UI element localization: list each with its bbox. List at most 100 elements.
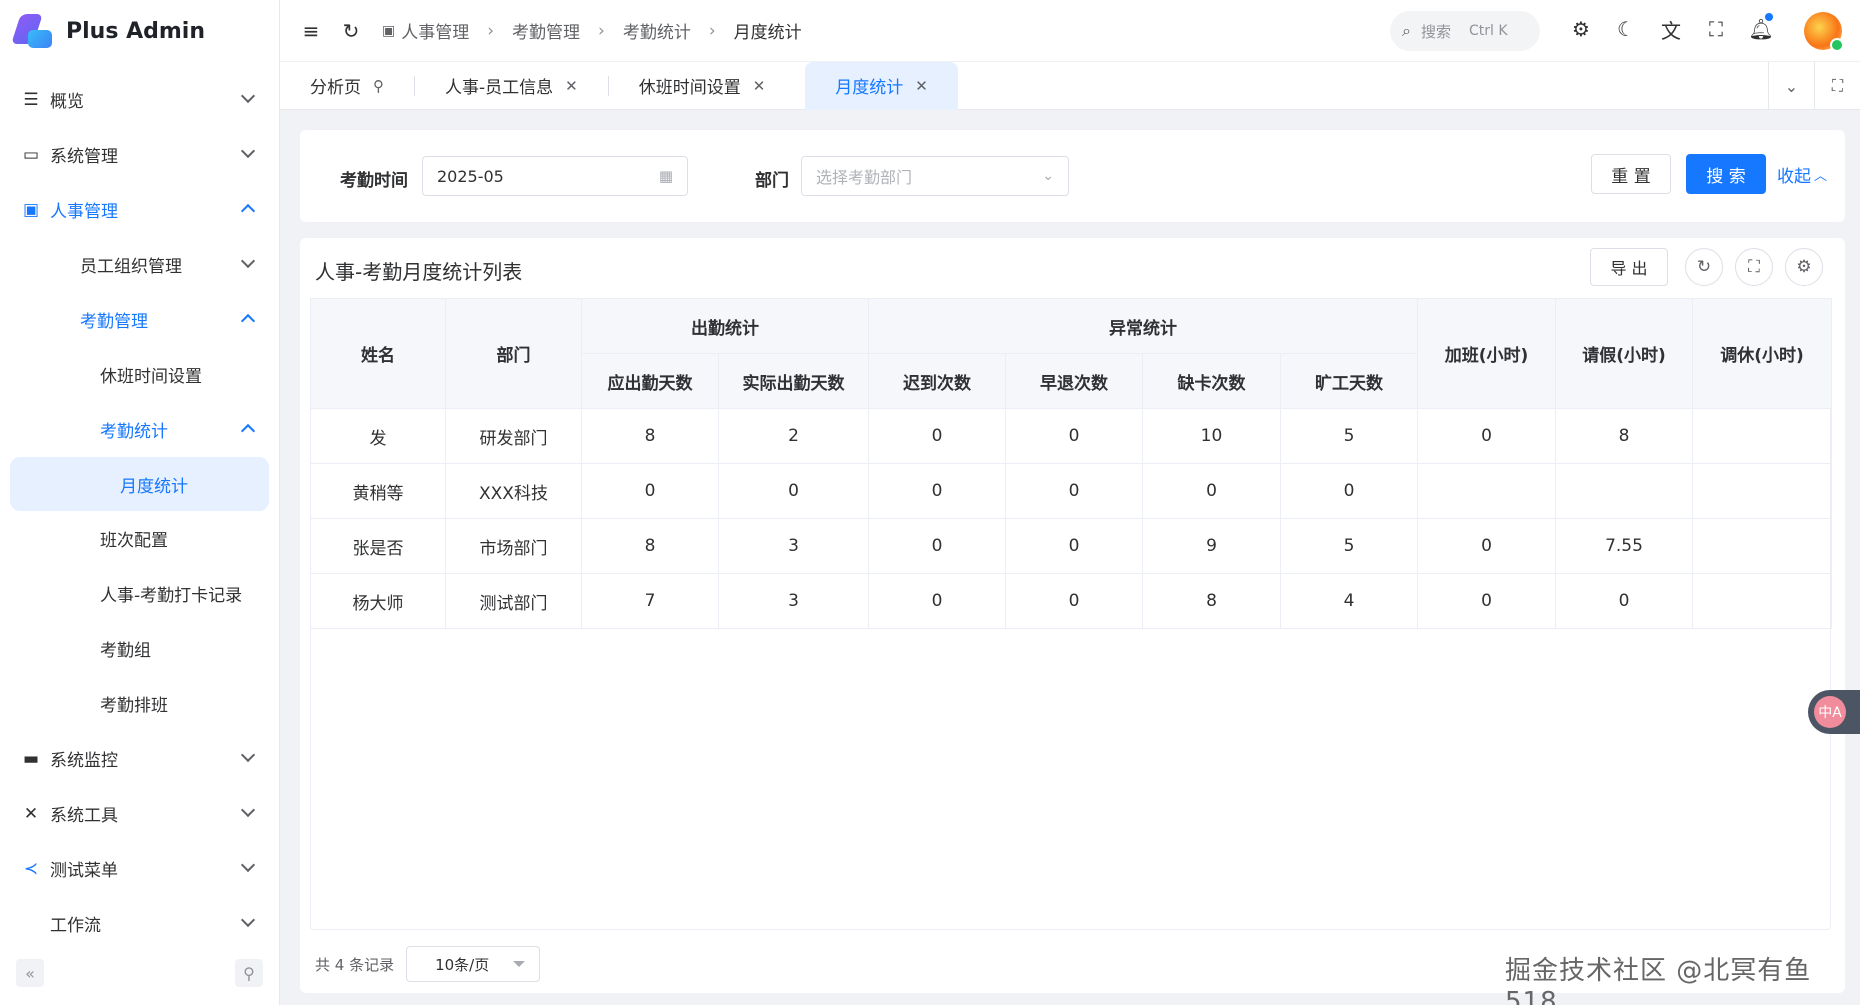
notification-dot: [1765, 13, 1773, 21]
translate-icon[interactable]: 文: [1660, 18, 1682, 43]
cell: 0: [868, 573, 1006, 629]
breadcrumb-item[interactable]: 人事管理: [401, 18, 469, 43]
table-row[interactable]: 杨大师 测试部门 7 3 0 0 8 4 0 0: [310, 573, 1832, 629]
cell: 8: [581, 408, 719, 464]
reset-button[interactable]: 重 置: [1591, 154, 1671, 194]
cell: 9: [1142, 518, 1281, 574]
fullscreen-content-icon[interactable]: ⛶: [1814, 62, 1860, 110]
plus-admin-logo-icon: [11, 10, 56, 52]
sidebar-item-monitor[interactable]: ▬ 系统监控: [0, 731, 279, 786]
cell: [1692, 573, 1832, 629]
sidebar-item-system[interactable]: ▭ 系统管理: [0, 127, 279, 182]
chevron-right-icon: ›: [598, 20, 605, 41]
page-size-select[interactable]: 10条/页: [406, 946, 541, 982]
refresh-icon[interactable]: ↻: [1685, 248, 1723, 286]
cell: 0: [718, 463, 869, 519]
sidebar-item-attendance-group[interactable]: 考勤组: [0, 621, 279, 676]
sidebar-item-hr[interactable]: ▣ 人事管理: [0, 182, 279, 237]
table-row[interactable]: 发 研发部门 8 2 0 0 10 5 0 8: [310, 408, 1832, 464]
column-header: 旷工天数: [1280, 353, 1418, 409]
column-header: 早退次数: [1005, 353, 1143, 409]
floating-translate-button[interactable]: 中A: [1808, 690, 1860, 734]
gear-icon[interactable]: ⚙: [1785, 248, 1823, 286]
bell-icon[interactable]: 🔔︎: [1748, 17, 1773, 41]
column-header: 迟到次数: [868, 353, 1006, 409]
translate-icon: 中A: [1814, 696, 1846, 728]
sidebar-item-scheduling[interactable]: 考勤排班: [0, 676, 279, 731]
sidebar-item-test-menu[interactable]: ≺ 测试菜单: [0, 841, 279, 896]
group-header: 出勤统计: [581, 298, 869, 354]
logo[interactable]: Plus Admin: [0, 0, 279, 62]
cell: 0: [1142, 463, 1281, 519]
cell: 研发部门: [445, 408, 582, 464]
sidebar-item-shift-config[interactable]: 班次配置: [0, 511, 279, 566]
table-row[interactable]: 张是否 市场部门 8 3 0 0 9 5 0 7.55: [310, 518, 1832, 574]
tab-monthly-stats[interactable]: 月度统计 ✕: [805, 61, 958, 110]
breadcrumb-item[interactable]: 考勤统计: [623, 18, 691, 43]
cell: 8: [1555, 408, 1693, 464]
table-row[interactable]: 黄稍等 XXX科技 0 0 0 0 0 0: [310, 463, 1832, 519]
sidebar-item-tools[interactable]: ✕ 系统工具: [0, 786, 279, 841]
sidebar-item-workflow[interactable]: 工作流: [0, 896, 279, 951]
breadcrumb-item[interactable]: 考勤管理: [512, 18, 580, 43]
tab-rest-time[interactable]: 休班时间设置 ✕: [609, 62, 796, 110]
search-icon: ⌕: [1402, 21, 1411, 40]
chevron-down-icon[interactable]: ⌄: [1768, 62, 1814, 110]
sidebar-item-attendance-stats[interactable]: 考勤统计: [0, 402, 279, 457]
sidebar-item-overview[interactable]: ☰ 概览: [0, 72, 279, 127]
export-button[interactable]: 导 出: [1590, 248, 1668, 286]
cell: 测试部门: [445, 573, 582, 629]
search-button[interactable]: 搜 索: [1686, 154, 1766, 194]
pin-icon[interactable]: ⚲: [235, 959, 263, 987]
column-header: 调休(小时): [1692, 298, 1832, 409]
cell: 3: [718, 518, 869, 574]
cell: 0: [868, 408, 1006, 464]
fullscreen-icon[interactable]: ⛶: [1735, 248, 1773, 286]
cell: [1692, 518, 1832, 574]
sidebar-item-clock-records[interactable]: 人事-考勤打卡记录: [0, 566, 279, 621]
sidebar-item-org[interactable]: 员工组织管理: [0, 237, 279, 292]
close-icon[interactable]: ✕: [565, 77, 578, 95]
moon-icon[interactable]: ☾: [1615, 17, 1637, 41]
chevron-down-icon: [240, 802, 256, 818]
column-header: 缺卡次数: [1142, 353, 1281, 409]
total-count: 共 4 条记录: [315, 955, 395, 974]
fullscreen-icon[interactable]: ⛶: [1705, 17, 1727, 41]
cell: 0: [1005, 573, 1143, 629]
column-header: 部门: [445, 298, 582, 409]
collapse-button[interactable]: 收起 ︿: [1774, 154, 1830, 194]
table-card: 人事-考勤月度统计列表 导 出 ↻ ⛶ ⚙ 姓名 部门 出勤统计 异常统计 加班…: [300, 238, 1845, 993]
chevron-down-icon: [240, 143, 256, 159]
avatar[interactable]: [1804, 12, 1844, 52]
chevron-down-icon: [240, 747, 256, 763]
tools-icon: ✕: [23, 803, 39, 824]
pin-icon[interactable]: ⚲: [373, 77, 384, 95]
close-icon[interactable]: ✕: [753, 77, 766, 95]
cell: 杨大师: [310, 573, 446, 629]
dept-select[interactable]: 选择考勤部门 ⌄: [801, 156, 1069, 196]
gear-icon[interactable]: ⚙: [1570, 17, 1592, 41]
menu-toggle-icon[interactable]: ≡: [300, 19, 322, 43]
cell: 5: [1280, 408, 1418, 464]
chevron-down-icon: ⌄: [1042, 168, 1054, 184]
tab-bar: 分析页 ⚲ 人事-员工信息 ✕ 休班时间设置 ✕ 月度统计 ✕ ⌄ ⛶: [280, 61, 1860, 110]
app-title: Plus Admin: [66, 18, 205, 44]
column-header: 应出勤天数: [581, 353, 719, 409]
cell: 发: [310, 408, 446, 464]
close-icon[interactable]: ✕: [915, 77, 928, 95]
dept-label: 部门: [755, 171, 789, 191]
sidebar-item-rest-time[interactable]: 休班时间设置: [0, 347, 279, 402]
tab-analysis[interactable]: 分析页 ⚲: [280, 62, 414, 110]
cell: 10: [1142, 408, 1281, 464]
sidebar-item-attendance[interactable]: 考勤管理: [0, 292, 279, 347]
refresh-icon[interactable]: ↻: [340, 19, 362, 43]
cell: 8: [1142, 573, 1281, 629]
pagination: 共 4 条记录 10条/页: [315, 946, 541, 982]
sidebar-item-monthly-stats[interactable]: 月度统计: [10, 457, 269, 511]
month-picker[interactable]: 2025-05 ▦: [422, 156, 688, 196]
id-card-icon: ▣: [22, 199, 40, 220]
collapse-sidebar-icon[interactable]: «: [16, 959, 44, 987]
global-search[interactable]: ⌕ 搜索 Ctrl K: [1390, 11, 1540, 51]
tab-employee-info[interactable]: 人事-员工信息 ✕: [415, 62, 608, 110]
cell: 张是否: [310, 518, 446, 574]
